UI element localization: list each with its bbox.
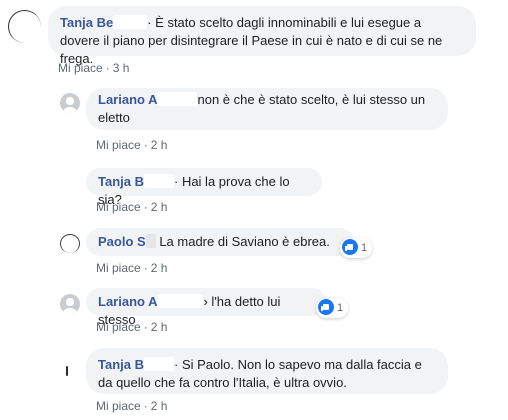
like-button[interactable]: Mi piace	[96, 399, 141, 413]
comment-actions: Mi piace · 2 h	[96, 320, 167, 334]
comment-actions: Mi piace · 2 h	[96, 261, 167, 275]
like-button[interactable]: Mi piace	[96, 138, 141, 152]
separator: ·	[105, 61, 110, 75]
comment-author[interactable]: Tanja B	[98, 174, 144, 189]
timestamp[interactable]: 2 h	[151, 200, 168, 214]
comment-text: La madre di Saviano è ebrea.	[159, 234, 330, 249]
avatar[interactable]	[60, 294, 80, 314]
timestamp[interactable]: 2 h	[151, 138, 168, 152]
separator: ·	[143, 320, 148, 334]
comment-bubble: Tanja Be · È stato scelto dagli innominab…	[48, 6, 476, 66]
comment-actions: Mi piace · 3 h	[58, 61, 129, 75]
like-button[interactable]: Mi piace	[96, 320, 141, 334]
avatar[interactable]	[58, 362, 78, 382]
separator: ·	[143, 399, 148, 413]
like-button[interactable]: Mi piace	[96, 200, 141, 214]
comment-actions: Mi piace · 2 h	[96, 399, 167, 413]
reaction-count[interactable]: 1	[340, 238, 373, 258]
comment-bubble: Tanja B · Si Paolo. Non lo sapevo ma dall…	[86, 348, 448, 394]
separator: ·	[143, 261, 148, 275]
comment-author[interactable]: Tanja Be	[60, 15, 113, 30]
comment-author[interactable]: Tanja B	[98, 357, 144, 372]
comment-actions: Mi piace · 2 h	[96, 200, 167, 214]
comment-bubble: Tanja B · Hai la prova che lo sia?	[86, 168, 322, 207]
reaction-count[interactable]: 1	[316, 298, 349, 318]
comment-actions: Mi piace · 2 h	[96, 138, 167, 152]
timestamp[interactable]: 2 h	[151, 320, 168, 334]
timestamp[interactable]: 2 h	[151, 261, 168, 275]
like-button[interactable]: Mi piace	[58, 61, 103, 75]
separator: ·	[143, 138, 148, 152]
redacted-name	[145, 234, 156, 248]
redacted-name	[157, 294, 204, 308]
reaction-number: 1	[337, 302, 344, 314]
avatar[interactable]	[8, 10, 41, 43]
like-reaction-icon	[318, 299, 334, 315]
redacted-name	[113, 15, 148, 29]
like-reaction-icon	[342, 239, 358, 255]
like-button[interactable]: Mi piace	[96, 261, 141, 275]
comment-author[interactable]: Paolo S	[98, 234, 146, 249]
reaction-number: 1	[361, 242, 368, 254]
timestamp[interactable]: 3 h	[113, 61, 130, 75]
avatar[interactable]	[60, 93, 80, 113]
redacted-name	[144, 357, 174, 371]
separator: ·	[143, 200, 148, 214]
comment-bubble: Lariano A › l'ha detto lui stesso	[86, 288, 326, 327]
timestamp[interactable]: 2 h	[151, 399, 168, 413]
comment-author[interactable]: Lariano A	[98, 92, 157, 107]
redacted-name	[144, 174, 174, 188]
redacted-name	[157, 92, 198, 106]
comment-author[interactable]: Lariano A	[98, 294, 157, 309]
avatar[interactable]	[60, 234, 80, 253]
comment-bubble: Lariano Anon è che è stato scelto, è lui…	[86, 88, 448, 130]
comment-bubble: Paolo S La madre di Saviano è ebrea.	[86, 228, 354, 256]
